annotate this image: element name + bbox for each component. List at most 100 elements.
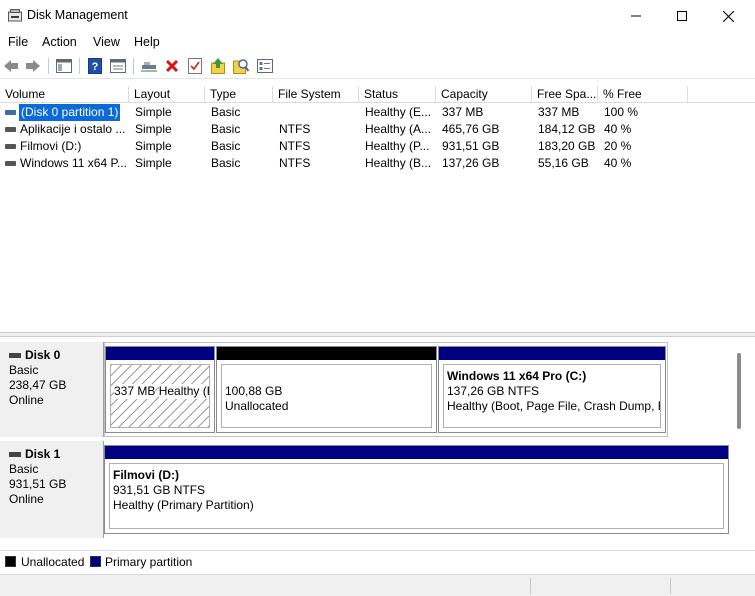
volume-status: Healthy (A...	[365, 122, 432, 136]
volume-type: Basic	[211, 139, 241, 153]
disk-1-label[interactable]: Disk 1 Basic 931,51 GB Online	[0, 441, 104, 538]
maximize-button[interactable]	[659, 0, 705, 32]
partition-type-bar	[105, 446, 728, 459]
volume-file-system: NTFS	[279, 156, 311, 170]
partition-body: 100,88 GB Unallocated	[221, 364, 432, 428]
volume-layout: Simple	[135, 105, 172, 119]
legend-swatch-primary	[90, 556, 101, 567]
menu-view[interactable]: View	[93, 35, 120, 49]
partition-size: 100,88 GB	[225, 384, 283, 398]
partition-type-bar	[106, 347, 214, 360]
volume-status: Healthy (B...	[365, 156, 432, 170]
partition-unallocated[interactable]: 100,88 GB Unallocated	[216, 346, 437, 433]
help-icon: ?	[88, 58, 102, 74]
partition-title: Filmovi (D:)	[113, 468, 179, 482]
column-header-free-space[interactable]: Free Spa...	[532, 86, 598, 103]
check-button[interactable]	[186, 57, 204, 75]
table-row[interactable]: Windows 11 x64 P... Simple Basic NTFS He…	[0, 155, 755, 172]
partition-size: 931,51 GB NTFS	[113, 483, 206, 497]
partition-status: Healthy (Boot, Page File, Crash Dump, Ba…	[447, 399, 660, 413]
connect-button[interactable]	[140, 57, 158, 75]
table-row[interactable]: Filmovi (D:) Simple Basic NTFS Healthy (…	[0, 138, 755, 155]
close-button[interactable]	[705, 0, 751, 32]
volume-icon	[5, 127, 16, 132]
volume-list-header: Volume Layout Type File System Status Ca…	[0, 86, 755, 103]
volume-capacity: 337 MB	[442, 105, 484, 119]
disk-0-label[interactable]: Disk 0 Basic 238,47 GB Online	[0, 342, 104, 437]
back-button[interactable]	[2, 57, 20, 75]
volume-free-space: 184,12 GB	[538, 122, 596, 136]
partition-size: 137,26 GB NTFS	[447, 384, 540, 398]
partition-body: 337 MB Healthy (EFI System Partition)	[110, 364, 210, 428]
legend-swatch-unallocated	[5, 556, 16, 567]
volume-name: Windows 11 x64 P...	[20, 156, 126, 170]
delete-button[interactable]	[163, 57, 181, 75]
disk-graphical-view: Disk 0 Basic 238,47 GB Online 337 MB Hea…	[0, 337, 755, 544]
volume-percent-free: 40 %	[604, 156, 632, 170]
import-button[interactable]	[209, 57, 227, 75]
column-header-percent-free[interactable]: % Free	[598, 86, 688, 103]
volume-percent-free: 20 %	[604, 139, 632, 153]
forward-button[interactable]	[24, 57, 42, 75]
status-bar	[0, 574, 755, 596]
partition-status: Healthy (Primary Partition)	[113, 498, 254, 512]
settings-icon	[257, 59, 273, 73]
menu-help[interactable]: Help	[134, 35, 160, 49]
volume-free-space: 337 MB	[538, 105, 580, 119]
window-title: Disk Management	[27, 8, 128, 22]
volume-capacity: 137,26 GB	[442, 156, 500, 170]
close-icon	[722, 10, 734, 22]
graphical-view-scrollbar[interactable]	[737, 353, 741, 429]
properties-button[interactable]	[109, 57, 127, 75]
volume-layout: Simple	[135, 156, 172, 170]
legend-label-unallocated: Unallocated	[21, 555, 85, 569]
partition-size: 337 MB	[114, 384, 156, 399]
volume-name: (Disk 0 partition 1)	[19, 104, 121, 121]
disk-1-state: Online	[9, 492, 44, 506]
volume-percent-free: 40 %	[604, 122, 632, 136]
minimize-button[interactable]	[613, 0, 659, 32]
rescan-icon	[233, 59, 249, 74]
partition-body: Windows 11 x64 Pro (C:) 137,26 GB NTFS H…	[443, 364, 661, 428]
volume-file-system: NTFS	[279, 122, 311, 136]
disk-icon	[9, 452, 21, 457]
partition-filmovi-d[interactable]: Filmovi (D:) 931,51 GB NTFS Healthy (Pri…	[104, 445, 729, 534]
volume-layout: Simple	[135, 139, 172, 153]
partition-status: Unallocated	[225, 399, 289, 413]
help-button[interactable]: ?	[86, 57, 104, 75]
partition-windows-c[interactable]: Windows 11 x64 Pro (C:) 137,26 GB NTFS H…	[438, 346, 666, 433]
title-bar: Disk Management	[0, 0, 755, 32]
disk-1-size: 931,51 GB	[9, 477, 67, 491]
partition-type-bar	[439, 347, 665, 360]
volume-free-space: 183,20 GB	[538, 139, 596, 153]
legend: Unallocated Primary partition	[0, 550, 755, 572]
volume-name: Filmovi (D:)	[20, 139, 82, 153]
column-header-layout[interactable]: Layout	[129, 86, 205, 103]
import-icon	[211, 58, 225, 74]
back-icon	[4, 60, 18, 72]
column-header-file-system[interactable]: File System	[273, 86, 359, 103]
menu-action[interactable]: Action	[42, 35, 77, 49]
show-hide-console-tree-button[interactable]	[55, 57, 73, 75]
disk-icon	[9, 353, 21, 358]
column-header-volume[interactable]: Volume	[0, 86, 129, 103]
volume-capacity: 465,76 GB	[442, 122, 500, 136]
volume-file-system: NTFS	[279, 139, 311, 153]
toolbar: ?	[0, 53, 755, 79]
column-header-status[interactable]: Status	[359, 86, 436, 103]
table-row[interactable]: Aplikacije i ostalo ... Simple Basic NTF…	[0, 121, 755, 138]
volume-icon	[5, 110, 16, 115]
column-header-type[interactable]: Type	[205, 86, 273, 103]
column-header-capacity[interactable]: Capacity	[436, 86, 532, 103]
volume-icon	[5, 161, 16, 166]
partition-body: Filmovi (D:) 931,51 GB NTFS Healthy (Pri…	[109, 463, 724, 529]
menu-file[interactable]: File	[8, 35, 28, 49]
rescan-button[interactable]	[232, 57, 250, 75]
partition-efi[interactable]: 337 MB Healthy (EFI System Partition)	[105, 346, 215, 433]
connect-icon	[141, 62, 157, 72]
table-row[interactable]: (Disk 0 partition 1) Simple Basic Health…	[0, 104, 755, 121]
settings-button[interactable]	[256, 57, 274, 75]
volume-type: Basic	[211, 156, 241, 170]
delete-icon	[165, 59, 179, 73]
partition-type-bar	[217, 347, 436, 360]
